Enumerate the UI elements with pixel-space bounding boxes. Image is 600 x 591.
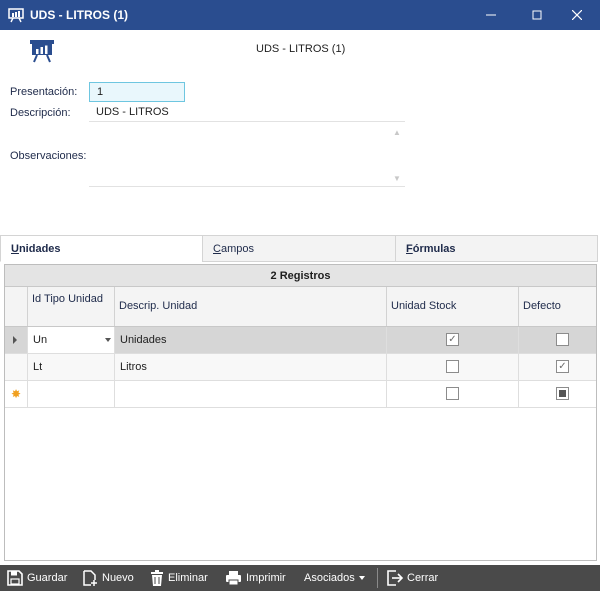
page-title: UDS - LITROS (1) <box>256 43 346 55</box>
close-button[interactable] <box>554 0 600 30</box>
close-icon <box>572 10 582 20</box>
new-document-icon <box>83 570 97 586</box>
tab-bar: Unidades Campos Fórmulas <box>0 235 600 262</box>
caret-down-icon <box>358 576 365 580</box>
descrip-unidad-cell[interactable]: Litros <box>115 354 387 380</box>
new-row[interactable]: ✸ <box>5 381 596 408</box>
unidad-stock-checkbox[interactable] <box>446 360 459 373</box>
descrip-unidad-cell[interactable] <box>115 381 387 407</box>
column-header-id-tipo-unidad[interactable]: Id Tipo Unidad <box>28 287 115 326</box>
row-indicator <box>5 354 28 380</box>
trash-icon <box>151 570 163 586</box>
minimize-button[interactable] <box>468 0 514 30</box>
imprimir-button[interactable]: Imprimir <box>225 565 286 591</box>
unidad-stock-checkbox[interactable] <box>446 387 459 400</box>
guardar-button[interactable]: Guardar <box>7 565 67 591</box>
descripcion-label: Descripción: <box>10 107 71 119</box>
grid-caption: 2 Registros <box>5 265 596 287</box>
title-bar: UDS - LITROS (1) <box>0 0 600 30</box>
row-indicator <box>5 327 28 353</box>
exit-icon <box>387 570 403 586</box>
new-row-star-icon: ✸ <box>11 387 22 401</box>
current-row-arrow-icon <box>13 336 17 344</box>
table-row[interactable]: Un Unidades ✓ <box>5 327 596 354</box>
bottom-toolbar: Guardar Nuevo Eliminar Imprimir Asociado… <box>0 565 600 591</box>
unidad-stock-cell: ✓ <box>387 327 519 353</box>
chart-board-icon <box>8 8 24 23</box>
id-tipo-unidad-cell[interactable]: Lt <box>28 354 115 380</box>
descripcion-input[interactable]: UDS - LITROS <box>89 104 405 122</box>
printer-icon <box>226 571 241 586</box>
eliminar-button[interactable]: Eliminar <box>150 565 208 591</box>
scroll-down-icon[interactable]: ▼ <box>393 174 401 183</box>
grid-header: Id Tipo Unidad Descrip. Unidad Unidad St… <box>5 287 596 327</box>
chevron-down-icon[interactable] <box>105 338 111 342</box>
column-header-defecto[interactable]: Defecto <box>519 287 596 326</box>
save-icon <box>7 570 23 586</box>
defecto-cell <box>519 381 596 407</box>
descrip-unidad-cell[interactable]: Unidades <box>115 327 387 353</box>
scroll-up-icon[interactable]: ▲ <box>393 128 401 137</box>
unidades-grid: 2 Registros Id Tipo Unidad Descrip. Unid… <box>4 264 597 561</box>
unidad-stock-checkbox[interactable]: ✓ <box>446 333 459 346</box>
column-header-unidad-stock[interactable]: Unidad Stock <box>387 287 519 326</box>
defecto-checkbox[interactable]: ✓ <box>556 360 569 373</box>
minimize-icon <box>486 14 496 16</box>
defecto-cell: ✓ <box>519 354 596 380</box>
toolbar-divider <box>377 568 378 588</box>
id-tipo-unidad-cell[interactable] <box>28 381 115 407</box>
window-title: UDS - LITROS (1) <box>30 8 128 22</box>
tab-campos[interactable]: Campos <box>202 235 396 262</box>
unidad-stock-cell <box>387 354 519 380</box>
unidad-stock-cell <box>387 381 519 407</box>
defecto-checkbox[interactable] <box>556 387 569 400</box>
observaciones-input[interactable] <box>89 186 405 187</box>
row-indicator: ✸ <box>5 381 28 407</box>
chart-board-icon <box>30 40 54 63</box>
presentacion-label: Presentación: <box>10 86 78 98</box>
table-row[interactable]: Lt Litros ✓ <box>5 354 596 381</box>
observaciones-label: Observaciones: <box>10 150 87 162</box>
id-tipo-unidad-select[interactable]: Un <box>28 327 115 353</box>
cerrar-button[interactable]: Cerrar <box>387 565 438 591</box>
tab-unidades[interactable]: Unidades <box>0 235 203 262</box>
defecto-checkbox[interactable] <box>556 333 569 346</box>
asociados-dropdown[interactable]: Asociados <box>304 565 365 591</box>
nuevo-button[interactable]: Nuevo <box>82 565 134 591</box>
row-indicator-header <box>5 287 28 326</box>
presentacion-input[interactable]: 1 <box>89 82 185 102</box>
column-header-descrip-unidad[interactable]: Descrip. Unidad <box>115 287 387 326</box>
maximize-icon <box>532 10 542 20</box>
tab-formulas[interactable]: Fórmulas <box>395 235 598 262</box>
defecto-cell <box>519 327 596 353</box>
